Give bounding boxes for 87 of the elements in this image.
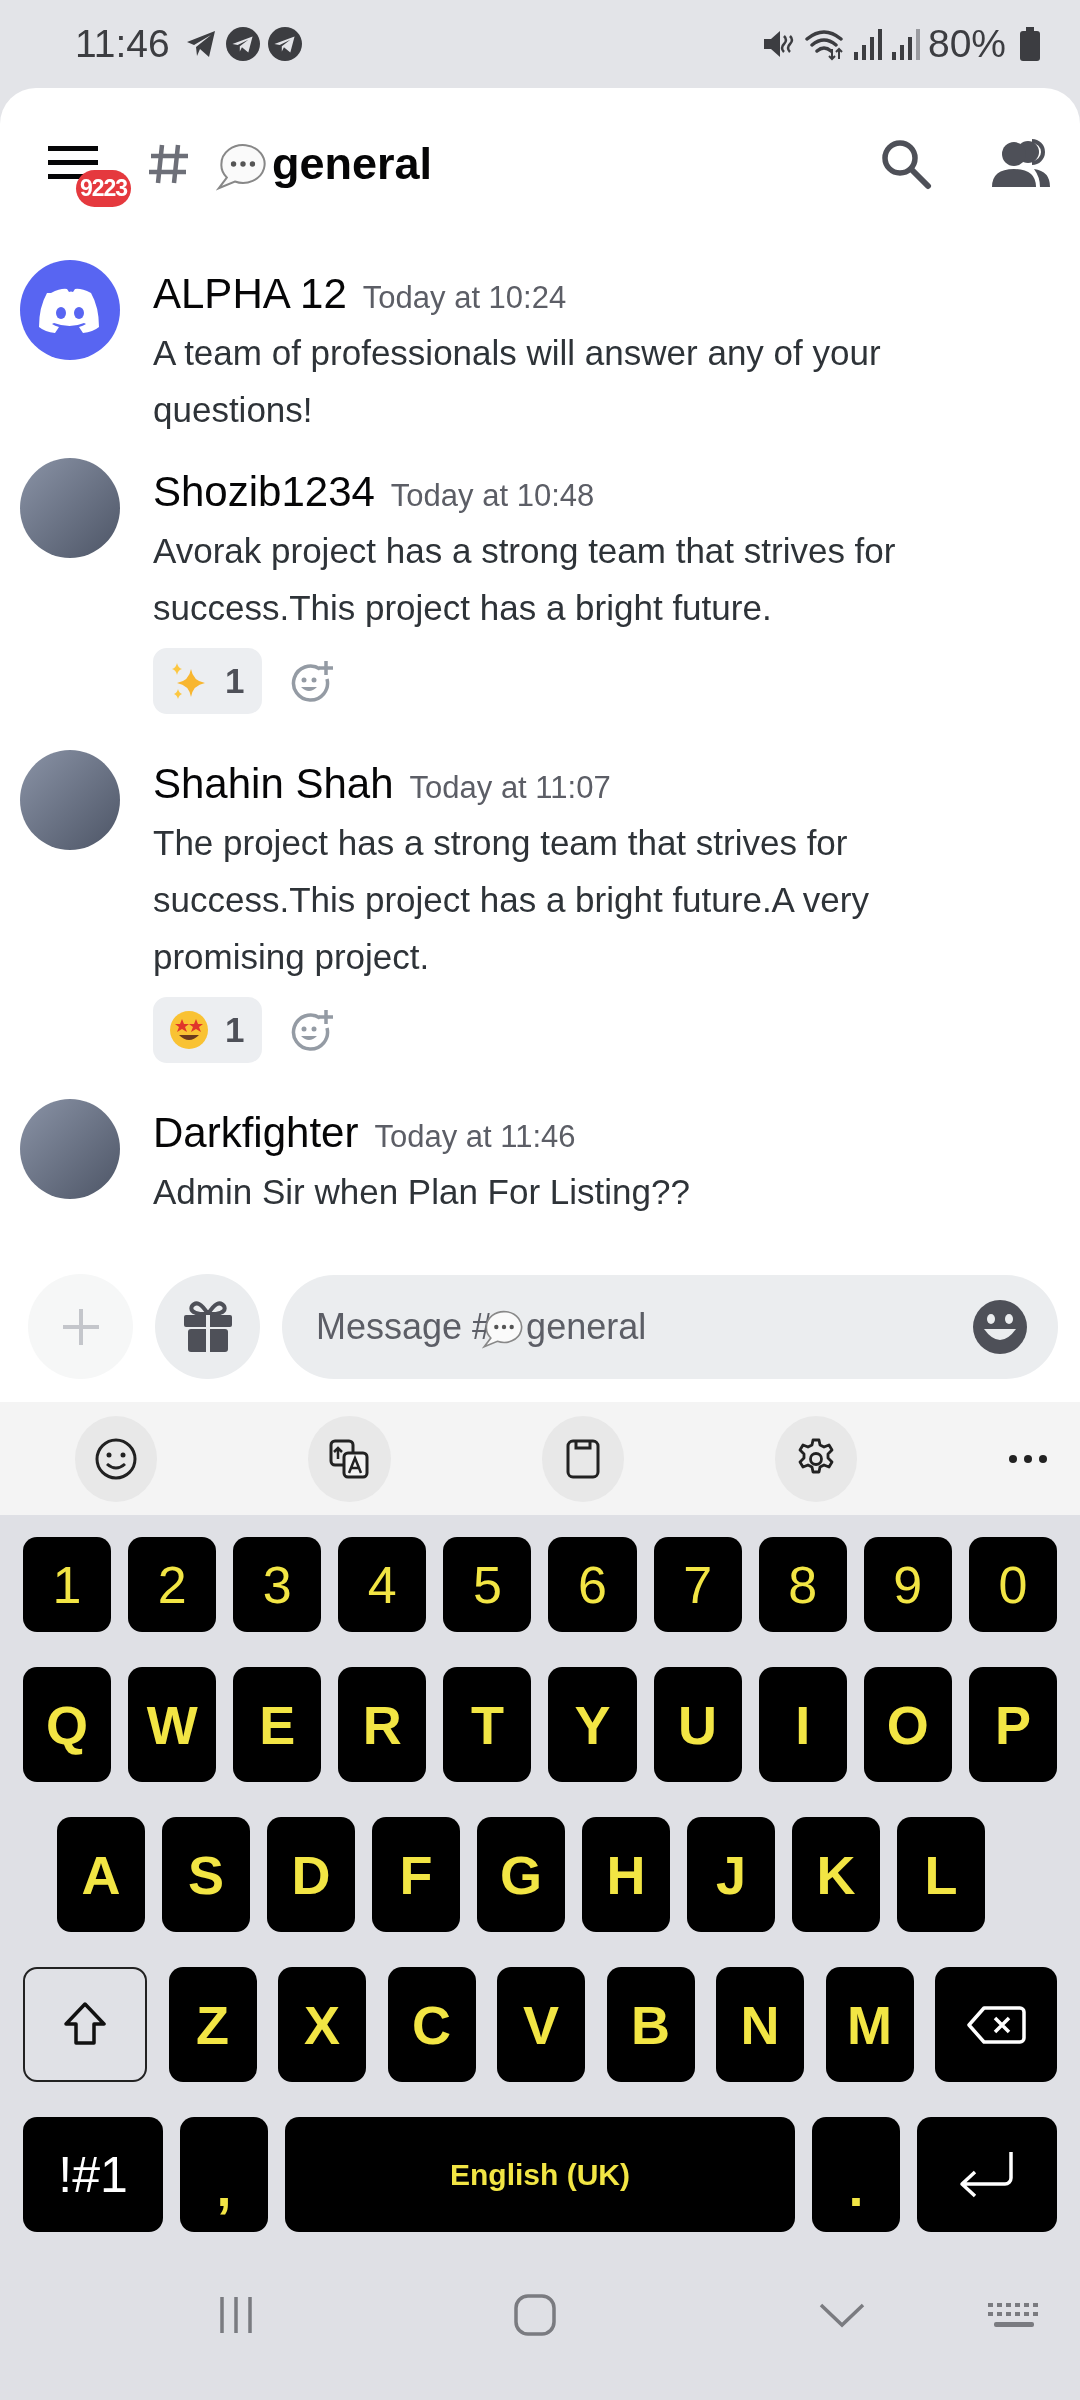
search-button[interactable] <box>880 138 932 190</box>
key[interactable]: M <box>825 1967 914 2082</box>
battery-icon <box>1020 27 1040 61</box>
key[interactable]: 8 <box>758 1537 847 1632</box>
key[interactable]: Z <box>168 1967 257 2082</box>
key[interactable]: J <box>687 1817 775 1932</box>
key[interactable]: L <box>897 1817 985 1932</box>
mute-icon <box>761 28 796 60</box>
battery-percent: 80% <box>927 22 1006 66</box>
paper-plane-icon <box>225 27 260 61</box>
key[interactable]: 2 <box>128 1537 217 1632</box>
key[interactable]: G <box>477 1817 565 1932</box>
search-icon <box>880 138 932 190</box>
key[interactable]: B <box>606 1967 695 2082</box>
key[interactable]: K <box>792 1817 880 1932</box>
key[interactable]: 0 <box>968 1537 1057 1632</box>
emoji-face-icon[interactable] <box>972 1298 1028 1355</box>
smiley-plus-icon <box>290 1008 335 1052</box>
key[interactable]: C <box>387 1967 476 2082</box>
wifi-icon <box>803 27 844 61</box>
key[interactable]: H <box>582 1817 670 1932</box>
key[interactable]: F <box>372 1817 460 1932</box>
key[interactable]: V <box>497 1967 585 2082</box>
channel-name: general <box>272 138 433 190</box>
key[interactable]: Q <box>23 1667 112 1782</box>
key[interactable]: D <box>267 1817 355 1932</box>
key[interactable]: 6 <box>548 1537 637 1632</box>
message-time: Today at 11:07 <box>409 769 611 807</box>
message-text: A team of professionals will answer any of your questions! <box>153 332 882 431</box>
key[interactable]: 5 <box>443 1537 532 1632</box>
message-text: The project has a strong team that strives for success.This project has a bright future.A very promising project. <box>153 822 870 978</box>
key[interactable]: W <box>128 1667 217 1782</box>
author-name[interactable]: ALPHA 12 <box>153 264 347 324</box>
add-reaction-button[interactable] <box>290 1008 335 1052</box>
home-icon <box>513 2293 557 2337</box>
message-text: Avorak project has a strong team that strives for success.This project has a bright future. <box>153 530 897 629</box>
key[interactable]: N <box>716 1967 804 2082</box>
key[interactable]: T <box>443 1667 532 1782</box>
members-button[interactable] <box>992 139 1050 189</box>
smiley-plus-icon <box>290 659 335 703</box>
smiley-icon <box>94 1436 139 1481</box>
author-name[interactable]: Darkfighter <box>153 1103 359 1163</box>
key[interactable]: 9 <box>863 1537 952 1632</box>
signal-icon <box>889 28 920 60</box>
star-eyes-face-icon <box>169 1010 209 1050</box>
placeholder-text: general <box>526 1305 647 1348</box>
reaction-chip[interactable]: 1 <box>153 648 263 714</box>
key[interactable]: 7 <box>653 1537 742 1632</box>
add-reaction-button[interactable] <box>290 659 335 703</box>
shift-key[interactable] <box>23 1967 147 2082</box>
enter-key[interactable] <box>917 2117 1057 2232</box>
message-time: Today at 10:24 <box>362 279 567 317</box>
reaction-chip[interactable]: 1 <box>153 997 263 1063</box>
unread-badge: 9223 <box>76 170 132 207</box>
backspace-icon <box>966 2004 1026 2045</box>
key[interactable]: 4 <box>338 1537 427 1632</box>
key[interactable]: I <box>758 1667 847 1782</box>
key[interactable]: E <box>233 1667 322 1782</box>
more-icon <box>1008 1453 1048 1464</box>
message-time: Today at 11:46 <box>374 1118 576 1156</box>
message-text: Admin Sir when Plan For Listing?? <box>153 1171 691 1213</box>
paper-plane-icon <box>267 27 302 61</box>
author-name[interactable]: Shahin Shah <box>153 754 394 814</box>
signal-icon <box>851 28 882 60</box>
author-name[interactable]: Shozib1234 <box>153 462 375 522</box>
key[interactable]: R <box>338 1667 427 1782</box>
key[interactable]: , <box>180 2117 268 2232</box>
plus-icon <box>60 1306 101 1347</box>
home-button[interactable] <box>513 2293 557 2337</box>
key[interactable]: O <box>863 1667 952 1782</box>
key[interactable]: S <box>162 1817 250 1932</box>
clock-time: 11:46 <box>75 22 170 66</box>
key[interactable]: . <box>812 2117 900 2232</box>
key[interactable]: A <box>57 1817 145 1932</box>
game-controller-icon <box>39 287 101 333</box>
key[interactable]: X <box>278 1967 366 2082</box>
key[interactable]: U <box>653 1667 742 1782</box>
key[interactable]: Y <box>548 1667 637 1782</box>
symbols-key[interactable]: !#1 <box>23 2117 163 2232</box>
key[interactable]: 3 <box>233 1537 322 1632</box>
more-button[interactable] <box>1008 1453 1048 1464</box>
key[interactable]: P <box>968 1667 1057 1782</box>
space-key[interactable]: English (UK) <box>285 2117 795 2232</box>
key[interactable]: 1 <box>23 1537 112 1632</box>
message-time: Today at 10:48 <box>390 477 595 515</box>
backspace-key[interactable] <box>935 1967 1057 2082</box>
people-icon <box>992 139 1050 189</box>
